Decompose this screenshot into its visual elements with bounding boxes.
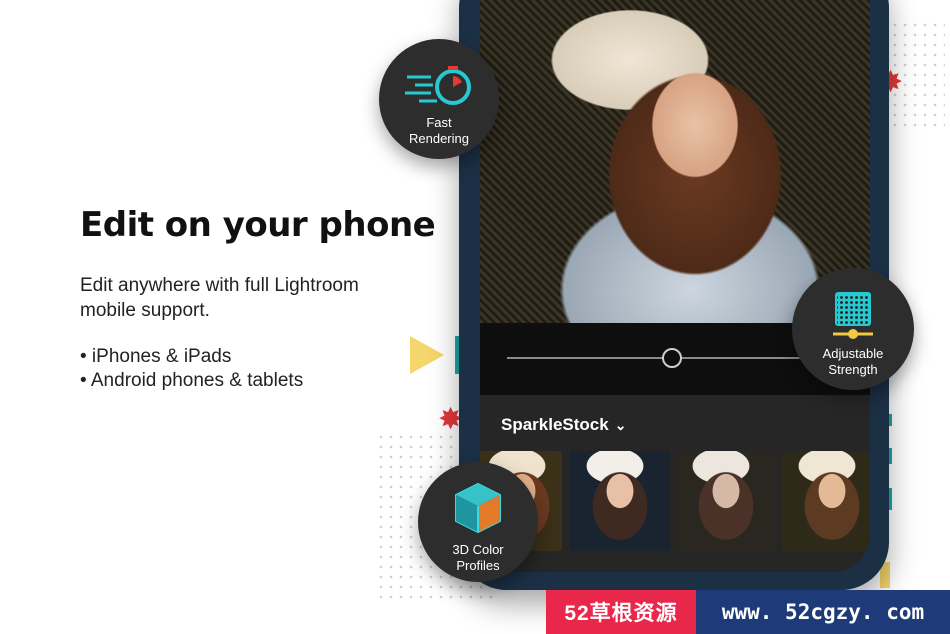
feature-list-item: • Android phones & tablets (80, 370, 304, 391)
hero-description-line1: Edit anywhere with full Lightroom (80, 275, 359, 296)
badge-label: Fast Rendering (409, 115, 469, 147)
hero-title: Edit on your phone (80, 205, 436, 245)
edited-photo-preview (480, 0, 870, 323)
badge-label-line2: Rendering (409, 131, 469, 146)
badge-label-line1: Fast (426, 115, 452, 130)
thumbnail-preset-4[interactable] (782, 451, 870, 551)
preset-thumbnails (480, 451, 870, 551)
adjust-strength-icon (833, 292, 873, 339)
preset-group-label: SparkleStock (501, 415, 609, 434)
badge-label: Adjustable Strength (823, 346, 884, 378)
badge-label-line2: Strength (828, 362, 878, 377)
feature-list-item: • iPhones & iPads (80, 346, 232, 367)
watermark-brand: 52草根资源 (546, 590, 696, 634)
thumbnail-preset-3[interactable] (676, 451, 776, 551)
feature-list: • iPhones & iPads • Android phones & tab… (80, 345, 460, 393)
preset-panel: SparkleStock ⌄ (480, 395, 870, 572)
chevron-down-icon: ⌄ (614, 416, 627, 433)
badge-label-line1: 3D Color (452, 542, 504, 557)
thumbnail-preset-2[interactable] (570, 451, 670, 551)
preset-group-dropdown[interactable]: SparkleStock ⌄ (501, 415, 626, 435)
badge-label: 3D Color Profiles (452, 542, 503, 574)
slider-knob[interactable] (662, 348, 682, 368)
color-cube-icon (455, 482, 501, 534)
stopwatch-speed-icon (405, 66, 471, 105)
badge-adjustable-strength: Adjustable Strength (792, 268, 914, 390)
watermark-url[interactable]: www. 52cgzy. com (696, 590, 950, 634)
hero-description-line2: mobile support. (80, 300, 210, 321)
slider-track[interactable] (507, 357, 807, 359)
badge-label-line2: Profiles (456, 558, 500, 573)
badge-fast-rendering: Fast Rendering (379, 39, 499, 159)
hero-section: Edit on your phone Edit anywhere with fu… (80, 205, 460, 393)
hero-description: Edit anywhere with full Lightroom mobile… (80, 273, 460, 323)
badge-3d-color-profiles: 3D Color Profiles (418, 462, 538, 582)
badge-label-line1: Adjustable (822, 346, 884, 361)
